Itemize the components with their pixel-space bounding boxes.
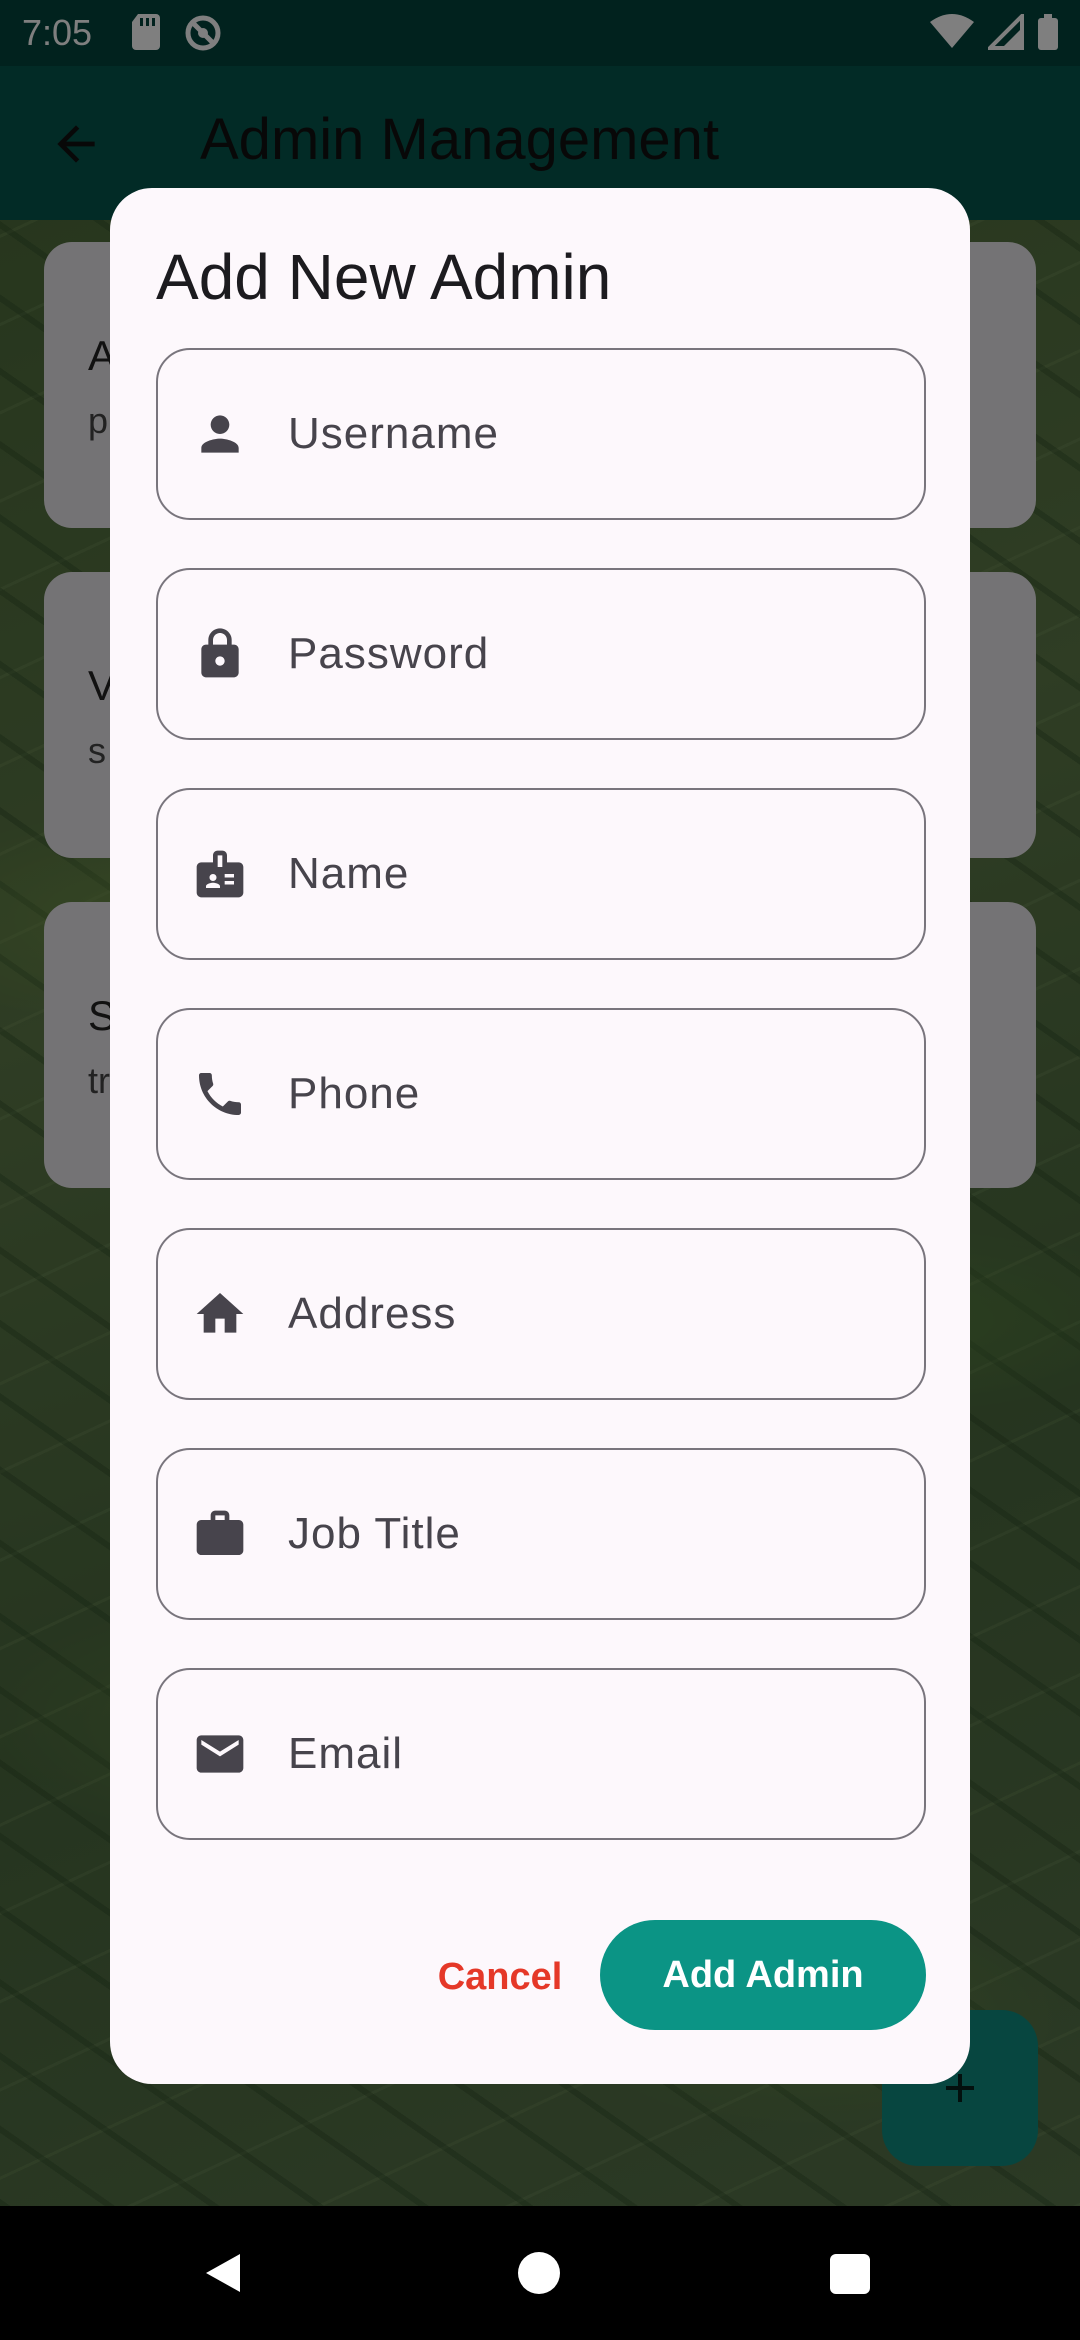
phone-field[interactable] bbox=[156, 1008, 926, 1180]
cancel-button[interactable]: Cancel bbox=[400, 1922, 600, 2032]
address-field[interactable] bbox=[156, 1228, 926, 1400]
email-field[interactable] bbox=[156, 1668, 926, 1840]
briefcase-icon bbox=[196, 1510, 244, 1555]
phone-icon bbox=[199, 1073, 241, 1115]
job-title-field[interactable] bbox=[156, 1448, 926, 1620]
dialog-title: Add New Admin bbox=[156, 241, 612, 313]
badge-icon bbox=[196, 850, 244, 898]
address-input[interactable] bbox=[288, 1230, 888, 1398]
phone-input[interactable] bbox=[288, 1010, 888, 1178]
email-input[interactable] bbox=[288, 1670, 888, 1838]
person-icon bbox=[201, 415, 239, 453]
username-input[interactable] bbox=[288, 350, 888, 518]
password-field[interactable] bbox=[156, 568, 926, 740]
add-admin-button[interactable]: Add Admin bbox=[600, 1920, 926, 2030]
lock-icon bbox=[201, 628, 239, 678]
nav-recents-icon[interactable] bbox=[830, 2254, 870, 2294]
mail-icon bbox=[196, 1735, 244, 1773]
password-input[interactable] bbox=[288, 570, 888, 738]
nav-home-icon[interactable] bbox=[518, 2252, 560, 2294]
username-field[interactable] bbox=[156, 348, 926, 520]
home-icon bbox=[196, 1293, 244, 1333]
job-title-input[interactable] bbox=[288, 1450, 888, 1618]
name-field[interactable] bbox=[156, 788, 926, 960]
name-input[interactable] bbox=[288, 790, 888, 958]
add-admin-dialog: Add New Admin Cancel Add Admin bbox=[110, 188, 970, 2084]
system-nav-bar bbox=[0, 2206, 1080, 2340]
nav-back-icon[interactable] bbox=[200, 2250, 246, 2296]
